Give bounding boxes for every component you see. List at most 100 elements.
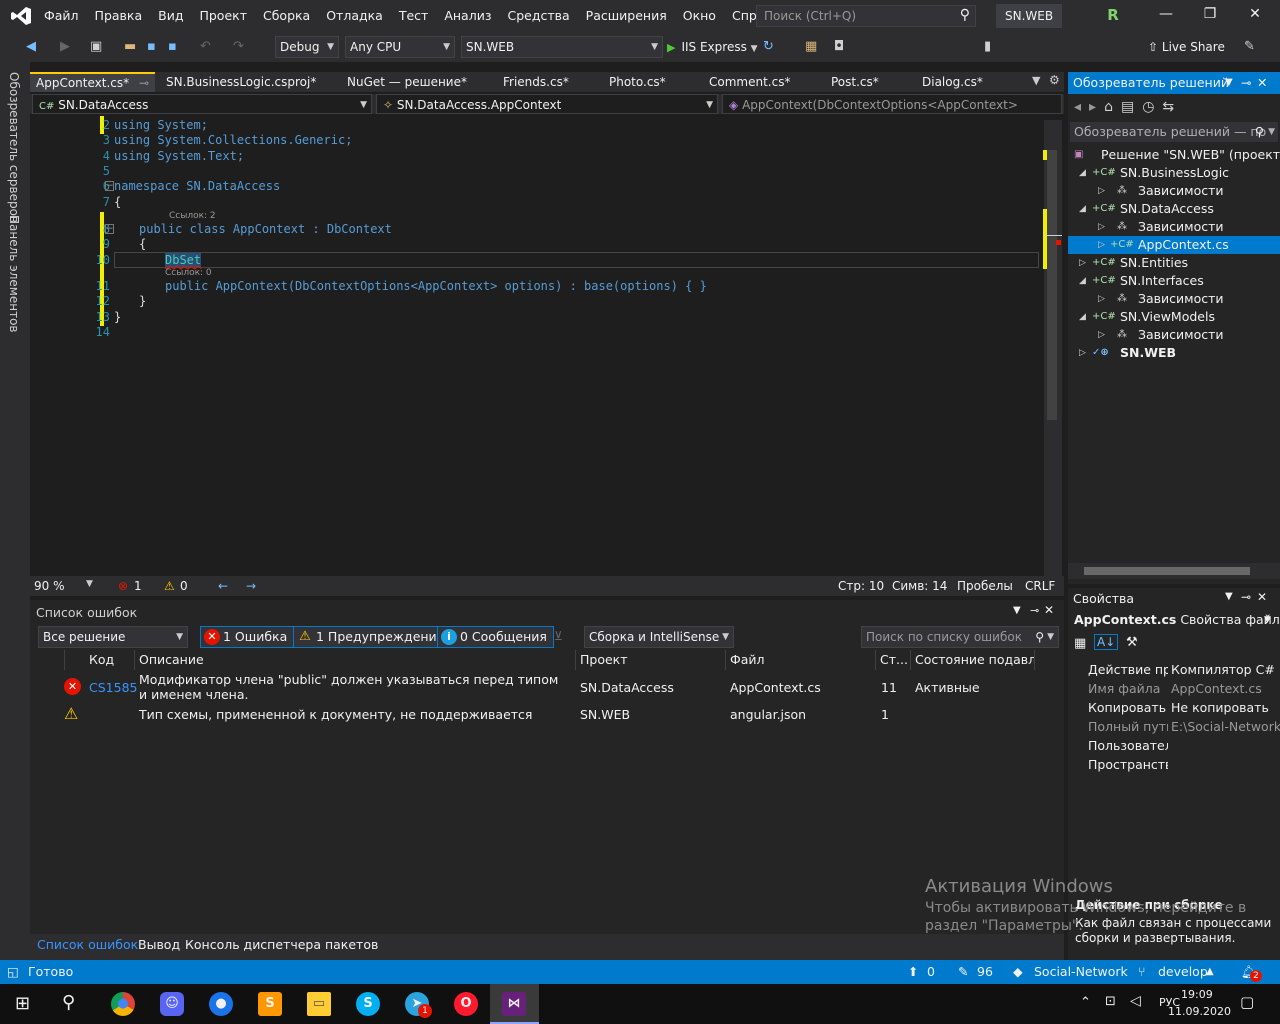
search-input[interactable]: Поиск (Ctrl+Q) ⚲: [756, 5, 976, 27]
tree-item-entities[interactable]: ▷ +C# SN.Entities: [1068, 254, 1280, 272]
pin-icon[interactable]: ⊸: [1030, 604, 1039, 617]
gear-icon[interactable]: ⚙: [1049, 73, 1060, 87]
run-button[interactable]: ▶ IIS Express ▼: [667, 36, 758, 58]
back-icon[interactable]: ◀: [26, 39, 36, 54]
scrollbar-thumb[interactable]: [1084, 567, 1250, 575]
arrow-up-icon[interactable]: ⬆: [908, 964, 918, 979]
tree-item-dataaccess[interactable]: ◢ +C# SN.DataAccess: [1068, 200, 1280, 218]
tab-businesslogic-csproj[interactable]: SN.BusinessLogic.csproj*: [160, 72, 322, 92]
clock-date[interactable]: 11.09.2020: [1168, 1005, 1231, 1018]
chevron-down-icon[interactable]: ▼: [86, 579, 93, 589]
configuration-select[interactable]: Debug ▼: [275, 36, 339, 58]
pending-changes-icon[interactable]: ◷: [1142, 99, 1162, 115]
forward-icon[interactable]: ▸: [1089, 99, 1104, 115]
tray-chevron-icon[interactable]: ⌃: [1080, 995, 1091, 1010]
property-row[interactable]: Пользователь: [1088, 736, 1280, 755]
tree-item-solution[interactable]: ▣ Решение "SN.WEB" (проекты: 6: [1068, 146, 1280, 164]
unpushed-count[interactable]: 0: [927, 964, 935, 979]
windows-start-icon[interactable]: ⊞: [15, 993, 30, 1014]
tab-photo[interactable]: Photo.cs*: [603, 72, 672, 92]
startup-project-select[interactable]: SN.WEB ▼: [461, 36, 663, 58]
back-icon[interactable]: ◂: [1074, 99, 1089, 115]
tree-item-web[interactable]: ▷ ✓⊕ SN.WEB: [1068, 344, 1280, 362]
property-row[interactable]: Копировать вНе копировать: [1088, 698, 1280, 717]
tree-item-dependencies[interactable]: ▷ ⁂ Зависимости: [1068, 218, 1280, 236]
warnings-filter-button[interactable]: ⚠ 1 Предупреждение: [293, 626, 452, 648]
sync-icon[interactable]: ⇆: [1162, 99, 1182, 115]
close-icon[interactable]: ✕: [1257, 72, 1267, 94]
collapsed-arrow-icon[interactable]: ▷: [1098, 182, 1105, 200]
visual-studio-logo[interactable]: [10, 6, 32, 26]
platform-select[interactable]: Any CPU ▼: [345, 36, 455, 58]
property-row[interactable]: Имя файла AppContext.cs: [1088, 679, 1280, 698]
save-all-icon[interactable]: ▪: [168, 39, 177, 54]
menu-analyze[interactable]: Анализ: [436, 0, 499, 32]
tree-item-appcontext[interactable]: ▷ +C# AppContext.cs: [1068, 236, 1280, 254]
column-header-line[interactable]: Ст...: [876, 650, 911, 670]
search-icon[interactable]: ⚲: [62, 992, 75, 1013]
tab-error-list[interactable]: Список ошибок: [37, 937, 138, 952]
tree-item-businesslogic[interactable]: ◢ +C# SN.BusinessLogic: [1068, 164, 1280, 182]
menu-test[interactable]: Тест: [391, 0, 436, 32]
menu-view[interactable]: Вид: [150, 0, 191, 32]
redo-icon[interactable]: ↷: [233, 39, 244, 54]
warning-count[interactable]: 0: [180, 579, 188, 593]
error-count[interactable]: 1: [134, 579, 142, 593]
alphabetical-icon[interactable]: A↓: [1094, 634, 1119, 650]
errors-filter-button[interactable]: ✕ 1 Ошибка: [200, 626, 295, 648]
column-header-file[interactable]: Файл: [726, 650, 876, 670]
property-row[interactable]: Полный путь E:\Social-Network\: [1088, 717, 1280, 736]
screenshot-icon[interactable]: ◘: [834, 39, 844, 54]
collapsed-arrow-icon[interactable]: ▷: [1098, 326, 1105, 344]
refresh-icon[interactable]: ↻: [763, 39, 774, 54]
toolbox-tab[interactable]: Панель элементов: [7, 215, 21, 333]
scrollbar-thumb[interactable]: [1047, 150, 1057, 420]
filter-icon[interactable]: ⊻: [554, 629, 563, 643]
source-select[interactable]: Сборка и IntelliSense ▼: [584, 626, 734, 648]
panel-menu-icon[interactable]: ▼: [1225, 591, 1233, 602]
browse-icon[interactable]: ▦: [805, 39, 817, 54]
collapsed-arrow-icon[interactable]: ▷: [1098, 236, 1105, 254]
properties-object-select[interactable]: AppContext.cs Свойства файла: [1074, 612, 1280, 627]
undo-icon[interactable]: ↶: [200, 39, 211, 54]
branch-name[interactable]: develop: [1158, 964, 1208, 979]
pencil-icon[interactable]: ✎: [958, 964, 968, 979]
menu-file[interactable]: Файл: [36, 0, 87, 32]
expanded-arrow-icon[interactable]: ◢: [1079, 200, 1086, 218]
expanded-arrow-icon[interactable]: ◢: [1079, 164, 1086, 182]
solution-search-input[interactable]: Обозреватель решений — по ⚲ ▼: [1070, 122, 1278, 142]
menu-edit[interactable]: Правка: [87, 0, 151, 32]
close-icon[interactable]: ✕: [1044, 603, 1054, 617]
chrome-icon[interactable]: ●: [111, 992, 135, 1016]
tree-item-dependencies[interactable]: ▷ ⁂ Зависимости: [1068, 182, 1280, 200]
chevron-up-icon[interactable]: ▲: [1206, 966, 1214, 977]
indent-mode[interactable]: Пробелы: [957, 579, 1013, 593]
clock-time[interactable]: 19:09: [1181, 988, 1213, 1001]
collapse-icon[interactable]: −: [105, 224, 114, 234]
column-header-suppression[interactable]: Состояние подавлен: [911, 650, 1035, 670]
visual-studio-taskbar-button[interactable]: ⋈: [490, 984, 539, 1024]
error-code-link[interactable]: CS1585: [89, 680, 137, 695]
codelens-references[interactable]: Ссылок: 0: [165, 268, 212, 278]
messages-filter-button[interactable]: i0 Сообщения: [437, 626, 554, 648]
code-editor[interactable]: 2 3 4 5 6 7 8 9 10 11 12 13 14 − − using…: [30, 114, 1064, 576]
property-pages-icon[interactable]: ⚒: [1126, 635, 1138, 650]
chevron-down-icon[interactable]: ▼: [1264, 615, 1271, 625]
network-icon[interactable]: ⊡: [1105, 994, 1116, 1009]
switch-views-icon[interactable]: ▤: [1121, 99, 1142, 115]
column-header-severity[interactable]: [60, 650, 65, 670]
restore-button[interactable]: ❐: [1200, 6, 1220, 26]
pin-icon[interactable]: ⊸: [1241, 590, 1251, 604]
tab-friends[interactable]: Friends.cs*: [497, 72, 575, 92]
save-icon[interactable]: ▪: [147, 39, 156, 54]
branch-icon[interactable]: ⑂: [1138, 964, 1146, 979]
home-icon[interactable]: ⌂: [1104, 99, 1121, 115]
volume-icon[interactable]: ◁: [1130, 993, 1141, 1009]
bookmark-icon[interactable]: ▮: [984, 39, 991, 54]
menu-debug[interactable]: Отладка: [318, 0, 391, 32]
property-row[interactable]: Действие приКомпилятор C#: [1088, 660, 1280, 679]
action-center-icon[interactable]: ▢: [1240, 993, 1254, 1011]
server-explorer-tab[interactable]: Обозреватель серверов: [7, 72, 21, 223]
sublime-text-icon[interactable]: S: [258, 992, 282, 1016]
tree-item-interfaces[interactable]: ◢ +C# SN.Interfaces: [1068, 272, 1280, 290]
